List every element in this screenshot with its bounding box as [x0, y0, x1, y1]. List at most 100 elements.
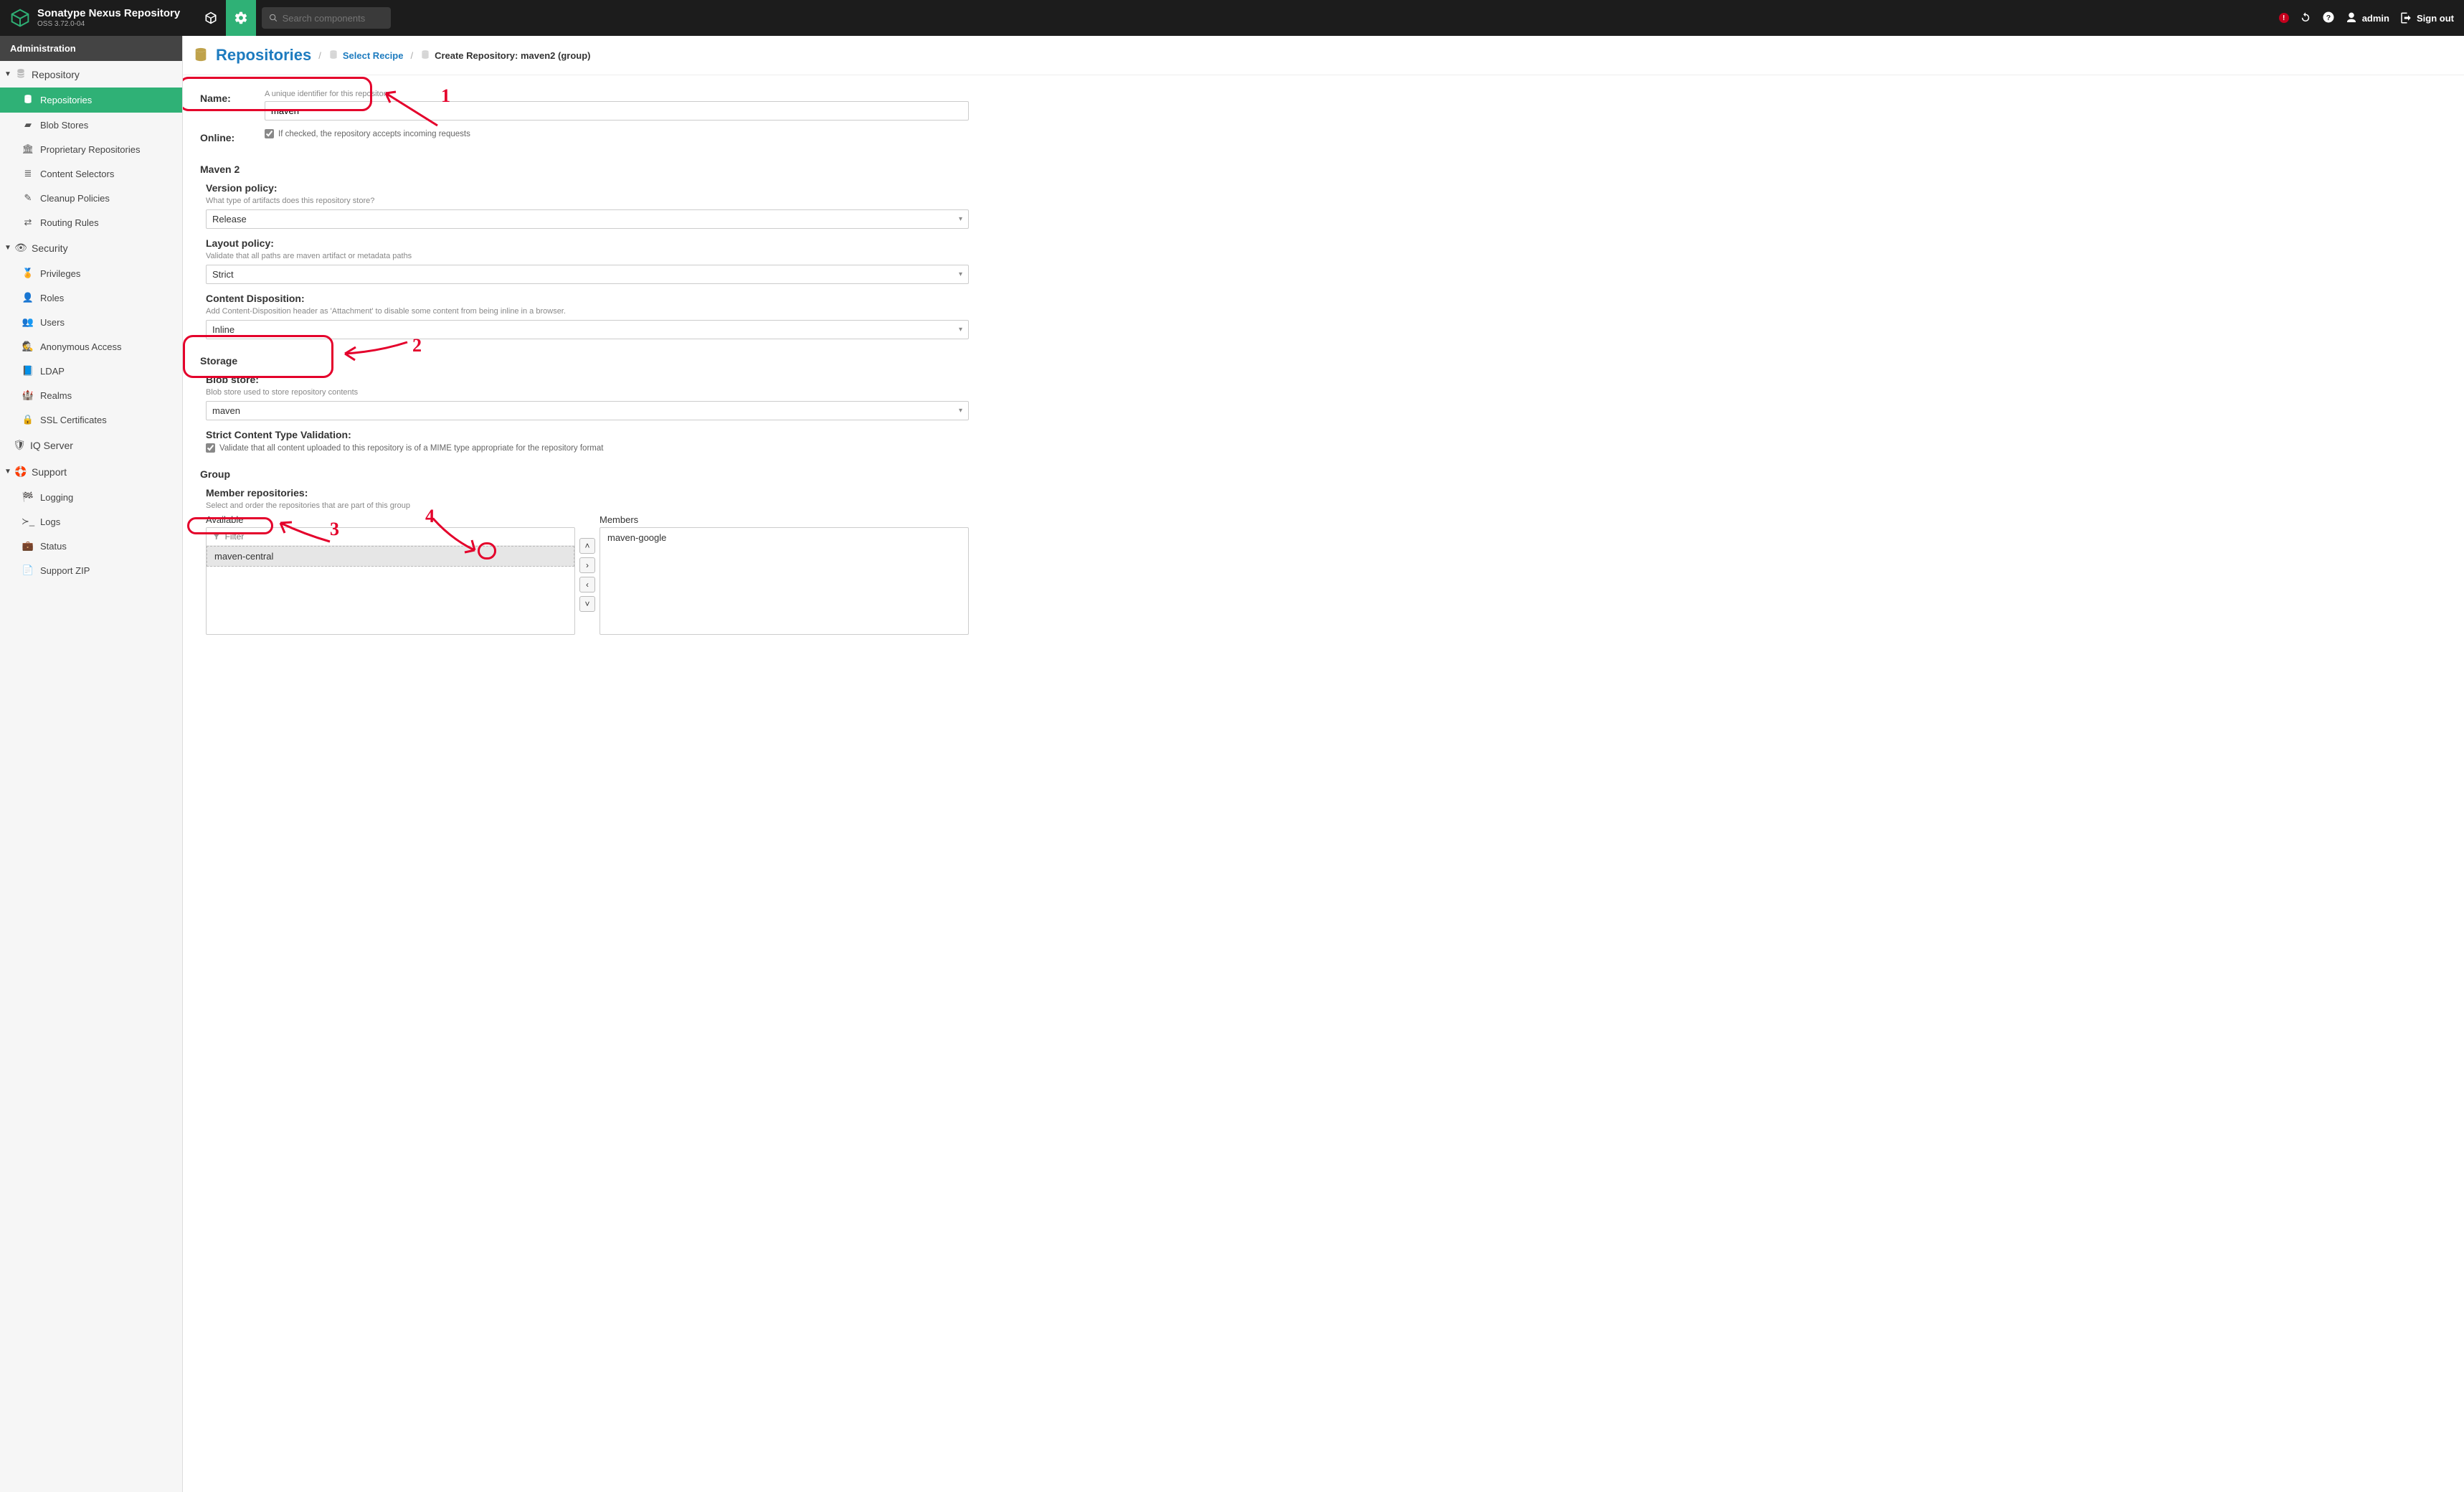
- sidebar-title: Administration: [0, 36, 182, 61]
- search-input[interactable]: [283, 13, 384, 24]
- sidebar-group-label: IQ Server: [30, 440, 73, 451]
- move-up-button[interactable]: ˄: [579, 538, 595, 554]
- briefcase-icon: 💼: [22, 540, 34, 552]
- crumb-select-recipe[interactable]: Select Recipe: [328, 49, 404, 62]
- signout-label: Sign out: [2417, 13, 2454, 24]
- strict-ct-checkbox-row[interactable]: Validate that all content uploaded to th…: [206, 443, 969, 453]
- sidebar-item-support-zip[interactable]: 📄Support ZIP: [0, 558, 182, 582]
- sidebar-item-label: Realms: [40, 390, 72, 401]
- content-disposition-select[interactable]: Inline▾: [206, 320, 969, 339]
- online-checkbox-row[interactable]: If checked, the repository accepts incom…: [265, 129, 969, 138]
- search-icon: [269, 13, 278, 23]
- available-filter-input[interactable]: [225, 532, 569, 542]
- strict-ct-checkbox[interactable]: [206, 443, 215, 453]
- sidebar-item-proprietary[interactable]: 🏛Proprietary Repositories: [0, 137, 182, 161]
- sidebar-item-cleanup[interactable]: ✎Cleanup Policies: [0, 186, 182, 210]
- route-icon: ⇄: [22, 217, 34, 228]
- crumb-create-repo: Create Repository: maven2 (group): [420, 49, 590, 62]
- move-left-button[interactable]: ‹: [579, 577, 595, 592]
- chevron-down-icon: ▾: [959, 326, 962, 334]
- help-icon[interactable]: ?: [2322, 11, 2335, 26]
- lifebuoy-icon: 🛟: [14, 466, 27, 478]
- sidebar-item-routing[interactable]: ⇄Routing Rules: [0, 210, 182, 235]
- sidebar-item-blob-stores[interactable]: ▰Blob Stores: [0, 113, 182, 137]
- user-icon: [2345, 11, 2358, 24]
- svg-text:?: ?: [2326, 13, 2330, 22]
- layout-policy-select[interactable]: Strict▾: [206, 265, 969, 284]
- sidebar: Administration ▼ Repository Repositories…: [0, 36, 183, 1492]
- product-version: OSS 3.72.0-04: [37, 20, 180, 28]
- user-label: admin: [2362, 13, 2389, 24]
- sidebar-group-label: Repository: [32, 69, 80, 80]
- blob-store-select[interactable]: maven▾: [206, 401, 969, 420]
- label-online: Online:: [200, 129, 265, 143]
- database-icon: [14, 68, 27, 80]
- picker-controls: ˄ › ‹ ˅: [579, 514, 595, 635]
- available-filter[interactable]: [207, 528, 574, 546]
- page-title[interactable]: Repositories: [216, 46, 311, 65]
- sidebar-item-logs[interactable]: ≻_ Logs: [0, 509, 182, 534]
- hint-version-policy: What type of artifacts does this reposit…: [206, 197, 969, 205]
- sidebar-item-logging[interactable]: 🏁Logging: [0, 485, 182, 509]
- database-icon: [420, 49, 430, 62]
- online-checkbox[interactable]: [265, 129, 274, 138]
- version-policy-select[interactable]: Release▾: [206, 209, 969, 229]
- available-label: Available: [206, 514, 575, 525]
- browse-button[interactable]: [196, 0, 226, 36]
- sidebar-item-label: Repositories: [40, 95, 92, 105]
- hdd-icon: ▰: [22, 119, 34, 131]
- chevron-down-icon: ▾: [959, 407, 962, 415]
- label-name: Name:: [200, 90, 265, 104]
- user-menu[interactable]: admin: [2345, 11, 2389, 24]
- sidebar-group-support[interactable]: ▼ 🛟 Support: [0, 458, 182, 485]
- refresh-icon[interactable]: [2299, 11, 2312, 26]
- sidebar-item-ssl[interactable]: 🔒SSL Certificates: [0, 407, 182, 432]
- chevron-down-icon: ▾: [959, 270, 962, 278]
- label-version-policy: Version policy:: [206, 182, 969, 194]
- ribbon-icon: 🏅: [22, 268, 34, 279]
- move-down-button[interactable]: ˅: [579, 596, 595, 612]
- repo-name-input[interactable]: [265, 101, 969, 121]
- sidebar-item-label: Content Selectors: [40, 169, 114, 179]
- lock-icon: 🔒: [22, 414, 34, 425]
- sidebar-item-users[interactable]: 👥Users: [0, 310, 182, 334]
- sidebar-item-content-selectors[interactable]: ≣Content Selectors: [0, 161, 182, 186]
- sidebar-item-realms[interactable]: 🏰Realms: [0, 383, 182, 407]
- sidebar-item-roles[interactable]: 👤Roles: [0, 285, 182, 310]
- database-icon: [193, 47, 209, 65]
- chevron-down-icon: ▾: [959, 215, 962, 223]
- sidebar-item-anonymous[interactable]: 🕵Anonymous Access: [0, 334, 182, 359]
- hint-strict-ct: Validate that all content uploaded to th…: [219, 444, 603, 453]
- terminal-icon: ≻_: [22, 516, 34, 527]
- book-icon: 📘: [22, 365, 34, 377]
- flag-icon: 🏁: [22, 491, 34, 503]
- sidebar-item-label: Anonymous Access: [40, 341, 121, 352]
- sidebar-item-ldap[interactable]: 📘 LDAP: [0, 359, 182, 383]
- caret-icon: ▼: [4, 468, 11, 476]
- sidebar-item-status[interactable]: 💼Status: [0, 534, 182, 558]
- product-title: Sonatype Nexus Repository: [37, 8, 180, 20]
- members-label: Members: [600, 514, 969, 525]
- sidebar-item-privileges[interactable]: 🏅Privileges: [0, 261, 182, 285]
- label-blob-store: Blob store:: [206, 374, 969, 385]
- label-strict-ct: Strict Content Type Validation:: [206, 429, 969, 440]
- sidebar-group-repository[interactable]: ▼ Repository: [0, 61, 182, 88]
- sidebar-group-iq[interactable]: 🛡 IQ Server: [0, 432, 182, 458]
- database-icon: [22, 94, 34, 106]
- move-right-button[interactable]: ›: [579, 557, 595, 573]
- sidebar-item-label: Proprietary Repositories: [40, 144, 140, 155]
- main-panel: Repositories / Select Recipe / Create Re…: [183, 36, 2464, 1492]
- sidebar-item-label: LDAP: [40, 366, 65, 377]
- member-item-maven-google[interactable]: maven-google: [600, 528, 968, 547]
- sidebar-item-repositories[interactable]: Repositories: [0, 88, 182, 113]
- sidebar-item-label: Logs: [40, 516, 60, 527]
- sidebar-item-label: Support ZIP: [40, 565, 90, 576]
- admin-config-button[interactable]: [226, 0, 256, 36]
- sidebar-group-security[interactable]: ▼ 👁 Security: [0, 235, 182, 261]
- signout-button[interactable]: Sign out: [2399, 11, 2454, 24]
- available-item-maven-central[interactable]: maven-central: [207, 546, 574, 567]
- product-title-block: Sonatype Nexus Repository OSS 3.72.0-04: [37, 8, 180, 28]
- gear-icon: [234, 11, 248, 25]
- search-components[interactable]: [262, 7, 391, 29]
- alert-icon[interactable]: !: [2279, 13, 2289, 23]
